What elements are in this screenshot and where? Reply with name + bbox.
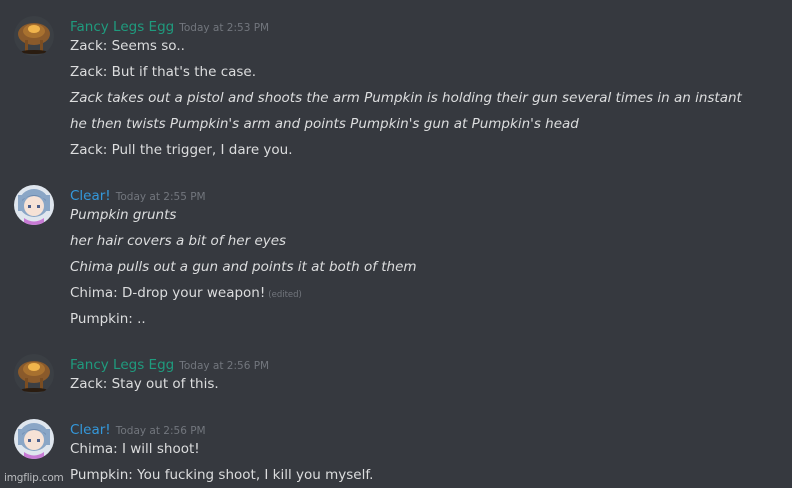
message-line: he then twists Pumpkin's arm and points … <box>70 116 579 132</box>
username[interactable]: Clear! <box>70 422 111 438</box>
timestamp: Today at 2:55 PM <box>115 191 206 203</box>
message-header: Fancy Legs Egg Today at 2:56 PM <box>70 354 269 374</box>
message-group: Clear! Today at 2:56 PM Chima: I will sho… <box>0 419 792 488</box>
anime-avatar-icon <box>14 185 54 225</box>
message-group: Clear! Today at 2:55 PM Pumpkin grunts he… <box>0 185 792 335</box>
message-line: Zack: Seems so.. <box>70 38 185 54</box>
username[interactable]: Fancy Legs Egg <box>70 357 174 373</box>
message-header: Fancy Legs Egg Today at 2:53 PM <box>70 16 269 36</box>
message-line: Zack: But if that's the case. <box>70 64 257 80</box>
message-line: her hair covers a bit of her eyes <box>70 233 287 249</box>
avatar[interactable] <box>14 16 54 56</box>
message-line: Zack: Stay out of this. <box>70 376 219 392</box>
egg-avatar-icon <box>14 354 54 394</box>
avatar[interactable] <box>14 185 54 225</box>
username[interactable]: Clear! <box>70 188 111 204</box>
message-text: Chima: D-drop your weapon! <box>70 285 266 301</box>
avatar[interactable] <box>14 354 54 394</box>
message-line: Zack takes out a pistol and shoots the a… <box>70 90 742 106</box>
message-line: Chima: D-drop your weapon! (edited) <box>70 283 302 303</box>
message-header: Clear! Today at 2:55 PM <box>70 185 206 205</box>
anime-avatar-icon <box>14 419 54 459</box>
message-line: Chima pulls out a gun and points it at b… <box>70 259 417 275</box>
message-group: Fancy Legs Egg Today at 2:53 PM Zack: See… <box>0 16 792 166</box>
message-group: Fancy Legs Egg Today at 2:56 PM Zack: Sta… <box>0 354 792 400</box>
timestamp: Today at 2:53 PM <box>179 22 270 34</box>
chat-messages: Fancy Legs Egg Today at 2:53 PM Zack: See… <box>0 0 792 488</box>
message-line: Zack: Pull the trigger, I dare you. <box>70 142 293 158</box>
egg-avatar-icon <box>14 16 54 56</box>
message-line: Pumpkin: .. <box>70 311 146 327</box>
message-line: Pumpkin grunts <box>70 207 177 223</box>
message-line: Chima: I will shoot! <box>70 441 200 457</box>
edited-label: (edited) <box>268 290 302 300</box>
username[interactable]: Fancy Legs Egg <box>70 19 174 35</box>
avatar[interactable] <box>14 419 54 459</box>
timestamp: Today at 2:56 PM <box>179 360 270 372</box>
timestamp: Today at 2:56 PM <box>115 425 206 437</box>
message-header: Clear! Today at 2:56 PM <box>70 419 206 439</box>
message-line: Pumpkin: You fucking shoot, I kill you m… <box>70 467 374 483</box>
watermark-text: imgflip.com <box>4 472 64 484</box>
